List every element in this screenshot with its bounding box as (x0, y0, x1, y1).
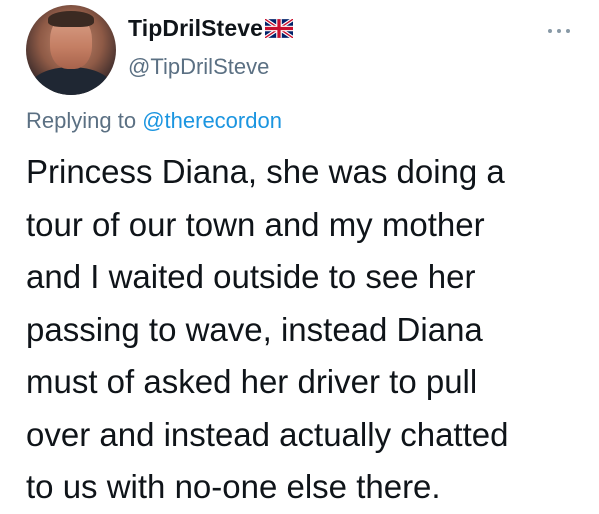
more-dot (566, 29, 570, 33)
avatar-shoulders (30, 67, 112, 95)
more-options-icon[interactable] (548, 28, 570, 34)
tweet-card: TipDrilSteve @TipDrilSteve Replying to @… (0, 0, 599, 514)
tweet-text-line: to us with no-one else there. (26, 468, 441, 505)
author-display-name-text: TipDrilSteve (128, 15, 263, 41)
more-dot (548, 29, 552, 33)
replying-prefix: Replying to (26, 108, 137, 133)
tweet-text: Princess Diana, she was doing a tour of … (26, 146, 586, 514)
more-dot (557, 29, 561, 33)
author-display-name[interactable]: TipDrilSteve (128, 15, 293, 42)
tweet-text-line: and I waited outside to see her (26, 258, 476, 295)
uk-flag-icon (265, 19, 293, 38)
tweet-text-line: passing to wave, instead Diana (26, 310, 483, 348)
author-username[interactable]: @TipDrilSteve (128, 54, 269, 80)
avatar[interactable] (26, 5, 116, 95)
replying-to: Replying to @therecordon (26, 108, 282, 134)
tweet-text-line: over and instead actually chatted (26, 415, 509, 453)
avatar-hair (48, 11, 94, 27)
tweet-text-line: must of asked her driver to pull (26, 363, 478, 400)
tweet-text-line: Princess Diana, she was doing a (26, 153, 505, 190)
tweet-text-line: tour of our town and my mother (26, 205, 485, 243)
reply-mention-link[interactable]: @therecordon (142, 108, 282, 133)
